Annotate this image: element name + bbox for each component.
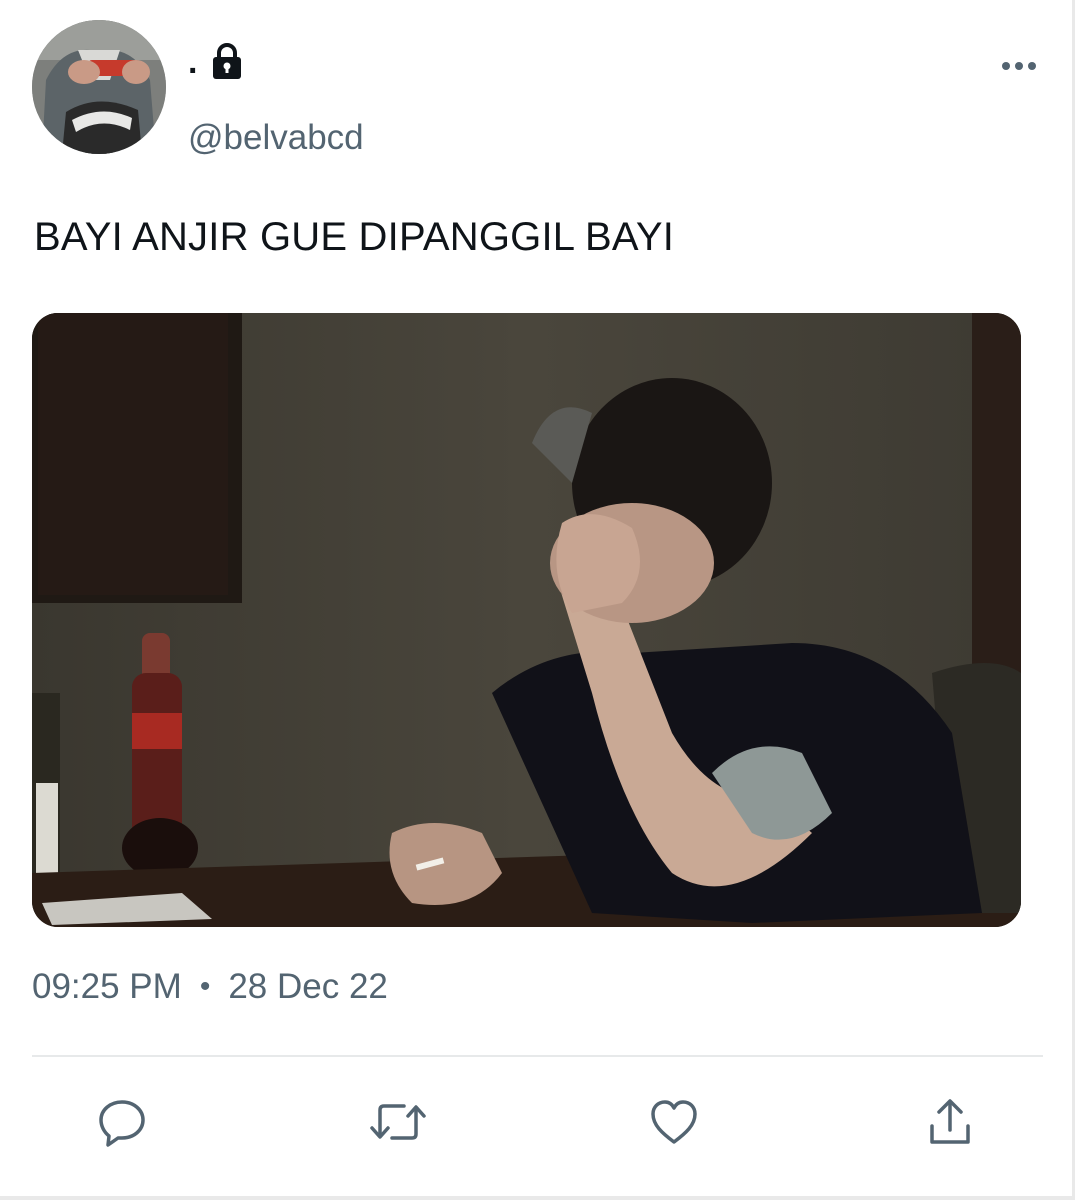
tweet-timestamp[interactable]: 09:25 PM • 28 Dec 22 [32,962,388,1012]
more-horizontal-icon [1002,62,1036,70]
divider [32,1055,1043,1057]
like-button[interactable] [644,1092,704,1152]
tweet-date: 28 Dec 22 [228,967,388,1006]
tweet-text: BAYI ANJIR GUE DIPANGGIL BAYI [34,215,675,259]
reply-bubble-icon [99,1100,145,1147]
more-options-button[interactable] [995,50,1043,82]
meta-separator: • [199,970,211,1003]
share-button[interactable] [920,1092,980,1152]
retweet-button[interactable] [368,1092,428,1152]
tweet-time: 09:25 PM [32,967,182,1006]
frame-edge-bottom [0,1196,1075,1200]
user-handle[interactable]: @belvabcd [188,116,364,160]
display-name[interactable]: . [188,44,197,80]
tweet-media-image[interactable] [32,313,1021,927]
lock-icon [213,43,242,79]
share-upload-icon [930,1099,970,1144]
heart-icon [651,1100,697,1144]
tweet-card: . @belvabcd BAYI ANJIR GUE DIPANGGIL BAY… [0,0,1075,1200]
reply-button[interactable] [92,1092,152,1152]
action-bar [0,1080,1075,1170]
retweet-icon [370,1104,426,1140]
name-row: . [188,36,247,80]
avatar[interactable] [32,20,166,154]
